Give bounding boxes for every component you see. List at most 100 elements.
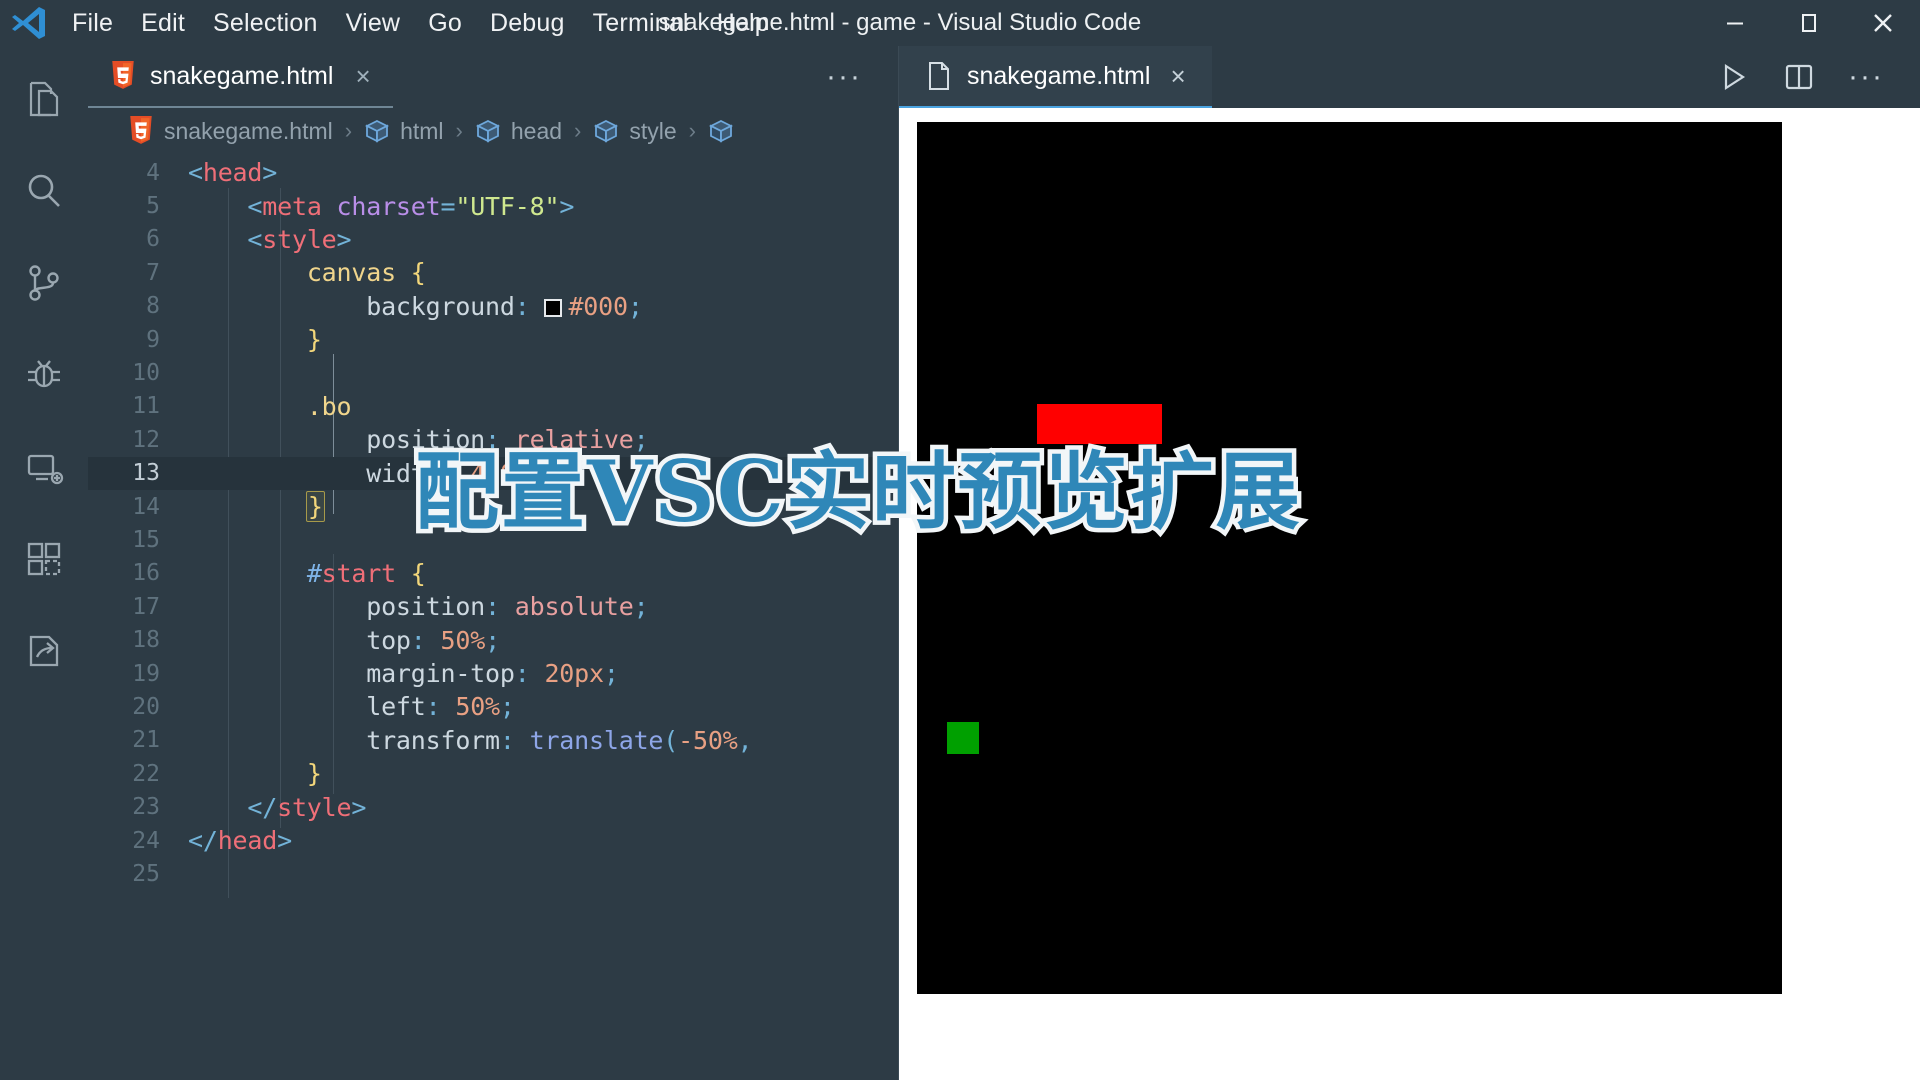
menu-terminal[interactable]: Terminal (579, 5, 703, 42)
line-number: 8 (146, 293, 160, 320)
menu-edit[interactable]: Edit (127, 5, 199, 42)
code-line[interactable]: 19 margin-top: 20px; (88, 657, 898, 690)
breadcrumb-label: head (510, 117, 563, 144)
html5-icon (128, 116, 154, 146)
code-line[interactable]: 10 (88, 356, 898, 389)
line-number: 19 (132, 660, 160, 687)
menu-debug[interactable]: Debug (476, 5, 579, 42)
preview-group: snakegame.html × ··· (898, 46, 1920, 1080)
breadcrumb-label: snakegame.html (164, 117, 333, 144)
code-line[interactable]: 9 } (88, 323, 898, 356)
code-line[interactable]: 14 } (88, 490, 898, 523)
more-actions-icon[interactable]: ··· (1838, 54, 1894, 100)
menu-go[interactable]: Go (414, 5, 476, 42)
menu-help[interactable]: Help (703, 5, 783, 42)
code-line[interactable]: 23 </style> (88, 790, 898, 823)
close-icon[interactable]: × (351, 63, 374, 89)
code-line[interactable]: 18 top: 50%; (88, 623, 898, 656)
code-line[interactable]: 8 background: #000; (88, 290, 898, 323)
split-editor-icon[interactable] (1772, 52, 1826, 102)
debug-icon[interactable] (0, 342, 88, 408)
menu-view[interactable]: View (332, 5, 415, 42)
source-control-icon[interactable] (0, 250, 88, 316)
preview-tab-bar: snakegame.html × ··· (899, 46, 1920, 108)
breadcrumb-item-style[interactable]: style (593, 118, 677, 145)
breadcrumb-separator: › (574, 118, 582, 143)
preview-tab-label: snakegame.html (967, 61, 1151, 90)
code-line[interactable]: 6 <style> (88, 223, 898, 256)
search-icon[interactable] (0, 158, 88, 224)
line-content: } (306, 325, 322, 355)
code-line[interactable]: 16 #start { (88, 557, 898, 590)
menu-file[interactable]: File (58, 5, 127, 42)
line-number: 7 (146, 259, 160, 286)
close-button[interactable] (1846, 0, 1920, 46)
extensions-icon[interactable] (0, 526, 88, 592)
food-block (1127, 404, 1162, 444)
line-content: .bo (306, 391, 352, 421)
breadcrumb-item-html[interactable]: html (364, 118, 444, 145)
more-actions-icon[interactable]: ··· (816, 56, 872, 98)
symbol-cube-icon (475, 118, 501, 144)
line-number: 14 (132, 493, 160, 520)
line-number: 5 (146, 193, 160, 220)
code-line[interactable]: 22 } (88, 757, 898, 790)
files-icon[interactable] (0, 66, 88, 132)
maximize-button[interactable] (1772, 0, 1846, 46)
preview-tab-actions: ··· (1706, 46, 1920, 108)
remote-icon[interactable] (0, 434, 88, 500)
line-content: </style> (247, 792, 367, 822)
code-line[interactable]: 12 position: relative; (88, 423, 898, 456)
line-number: 11 (132, 393, 160, 420)
editor-tab-bar: snakegame.html × ··· (88, 46, 898, 108)
line-number: 15 (132, 526, 160, 553)
vscode-window: File Edit Selection View Go Debug Termin… (0, 0, 1920, 1080)
line-number: 22 (132, 760, 160, 787)
live-share-icon[interactable] (0, 618, 88, 684)
code-line[interactable]: 11 .bo (88, 390, 898, 423)
preview-tab-snakegame[interactable]: snakegame.html × (899, 46, 1212, 108)
code-line[interactable]: 25 (88, 857, 898, 890)
line-number: 24 (132, 827, 160, 854)
code-line[interactable]: 5 <meta charset="UTF-8"> (88, 189, 898, 222)
breadcrumb-item-head[interactable]: head (475, 118, 562, 145)
line-content: <style> (247, 224, 352, 254)
line-content: margin-top: 20px; (366, 659, 619, 689)
editor-tab-snakegame[interactable]: snakegame.html × (88, 46, 393, 108)
window-controls (1698, 0, 1920, 46)
breadcrumb-separator: › (344, 118, 353, 143)
line-content: position: relative; (366, 425, 649, 455)
editor-tab-actions: ··· (816, 46, 898, 108)
menu-selection[interactable]: Selection (199, 5, 332, 42)
line-number: 9 (146, 326, 160, 353)
line-number: 6 (146, 226, 160, 253)
line-content: canvas { (306, 258, 426, 288)
code-line[interactable]: 15 (88, 523, 898, 556)
code-line[interactable]: 7 canvas { (88, 256, 898, 289)
color-swatch[interactable] (544, 298, 563, 317)
line-number: 4 (146, 159, 160, 186)
breadcrumb-separator: › (688, 118, 696, 143)
breadcrumb-item-overflow[interactable] (708, 118, 734, 144)
close-icon[interactable]: × (1166, 61, 1189, 92)
line-number: 13 (132, 460, 160, 487)
line-content: } (188, 491, 325, 523)
menu-bar: File Edit Selection View Go Debug Termin… (58, 5, 783, 42)
symbol-cube-icon (364, 118, 390, 144)
breadcrumb-item-file[interactable]: snakegame.html (128, 116, 333, 146)
code-line-current[interactable]: 13 width: 400px; (88, 456, 898, 490)
play-icon[interactable] (1706, 52, 1760, 102)
code-line[interactable]: 20 left: 50%; (88, 690, 898, 723)
vscode-logo-icon (0, 3, 58, 43)
code-editor[interactable]: 4 <head> 5 <meta charset="UTF-8"> 6 <sty… (88, 154, 898, 1080)
food-block (1037, 404, 1082, 444)
file-icon (927, 61, 951, 91)
code-line[interactable]: 21 transform: translate(-50%, (88, 724, 898, 757)
line-content: <meta charset="UTF-8"> (247, 191, 575, 221)
code-line[interactable]: 17 position: absolute; (88, 590, 898, 623)
line-number: 16 (132, 560, 160, 587)
minimize-button[interactable] (1698, 0, 1772, 46)
preview-webview[interactable] (899, 108, 1920, 1080)
code-line[interactable]: 24 </head> (88, 824, 898, 857)
code-line[interactable]: 4 <head> (88, 156, 898, 189)
